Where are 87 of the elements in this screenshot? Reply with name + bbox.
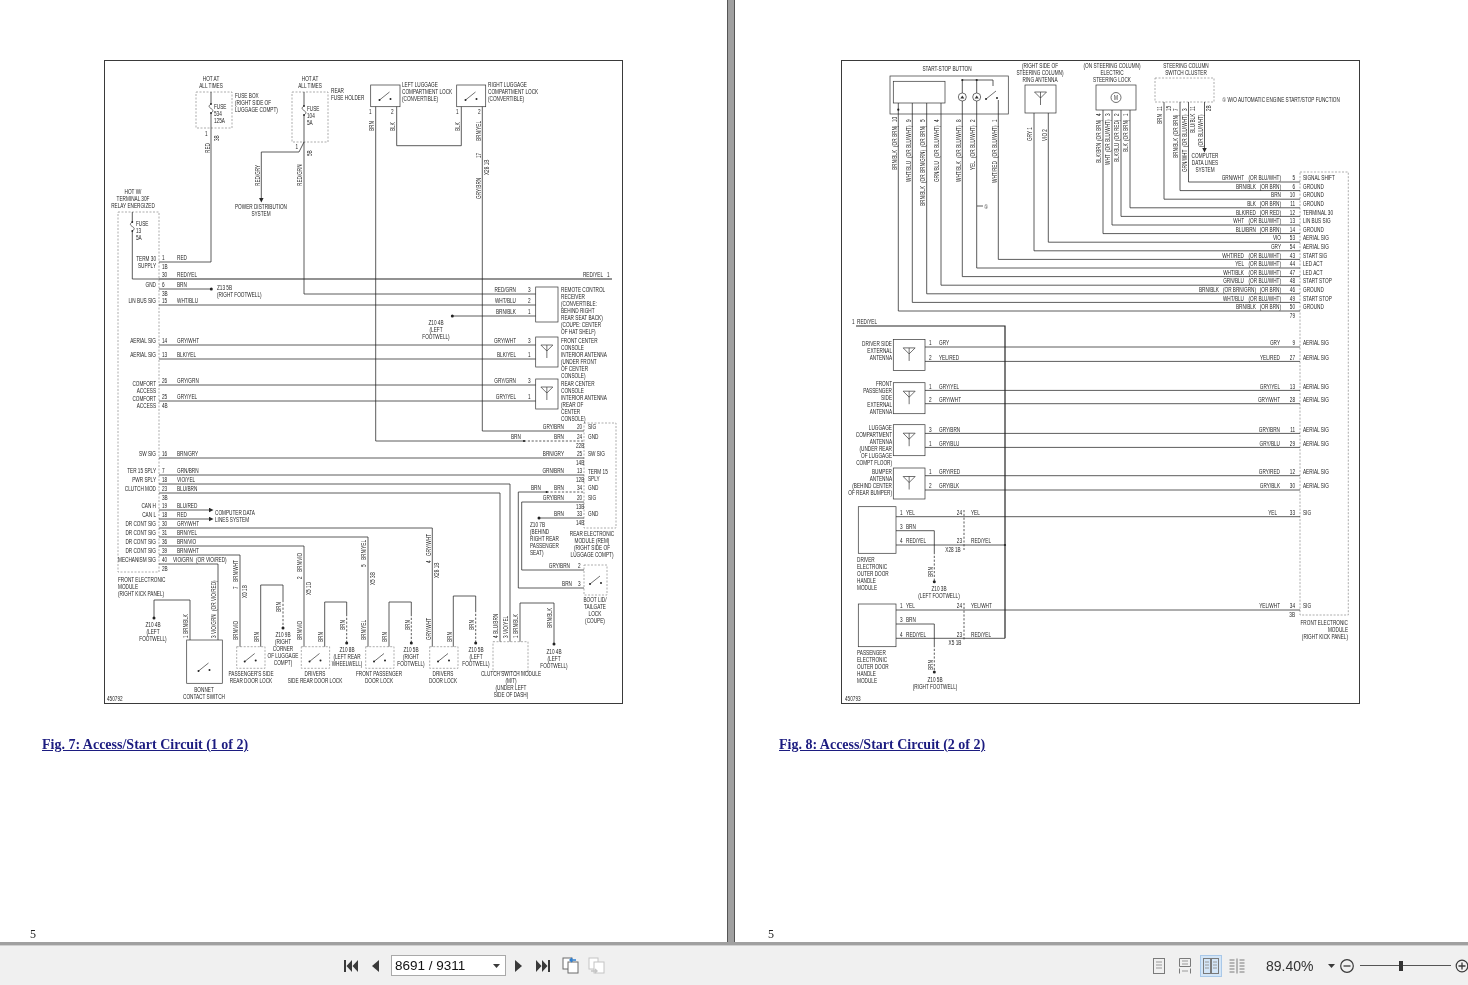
component-box	[1095, 84, 1137, 111]
ground-point-icon	[209, 287, 213, 291]
module-outline	[583, 564, 608, 596]
module-outline	[492, 641, 529, 673]
switch-icon	[197, 662, 211, 672]
switch-icon	[464, 91, 478, 101]
view-mode-button[interactable]	[1200, 954, 1222, 977]
antenna-icon	[902, 347, 916, 362]
triangle-left-icon	[371, 959, 379, 972]
continuous-two-pages-icon	[1229, 957, 1245, 974]
component-box	[186, 639, 223, 684]
page-number: 5	[768, 927, 774, 941]
skip-forward-icon	[536, 959, 550, 972]
antenna-icon	[902, 476, 916, 490]
motor-icon	[1110, 92, 1122, 103]
wire-line	[131, 211, 133, 223]
component-box	[535, 286, 559, 323]
antenna-icon	[1034, 91, 1047, 106]
component-box	[370, 84, 401, 108]
module-outline	[291, 91, 329, 143]
ground-point-icon	[932, 580, 936, 584]
page-tool-button[interactable]	[559, 954, 581, 977]
switch-icon	[373, 653, 386, 663]
ground-point-icon	[537, 516, 541, 520]
module-outline	[365, 646, 395, 669]
ground-point-icon	[409, 641, 413, 645]
single-page-icon	[1153, 957, 1165, 974]
indicator-lamp-icon	[972, 92, 982, 102]
wire-line	[519, 602, 555, 645]
antenna-icon	[540, 386, 554, 401]
antenna-box	[892, 424, 926, 457]
ground-point-icon	[932, 670, 936, 674]
module-outline	[1154, 77, 1215, 103]
splice-dot-icon	[961, 78, 964, 82]
switch-icon	[985, 90, 998, 100]
antenna-box	[1024, 84, 1057, 114]
page-number: 5	[30, 927, 36, 941]
skip-back-icon	[344, 959, 358, 972]
ground-point-icon	[345, 641, 349, 645]
ground-point-icon	[152, 616, 156, 620]
ground-point-icon	[474, 641, 478, 645]
ground-point-icon	[450, 314, 454, 318]
switch-icon	[589, 575, 602, 585]
fuse-icon	[130, 221, 135, 232]
antenna-box	[535, 378, 559, 410]
leader-line	[976, 205, 984, 207]
module-outline	[195, 91, 233, 129]
antenna-icon	[902, 390, 916, 405]
antenna-icon	[902, 432, 916, 447]
plus-circle-icon	[1455, 958, 1468, 973]
ground-point-icon	[281, 626, 285, 630]
module-outline	[300, 646, 330, 669]
indicator-lamp-icon	[957, 92, 967, 102]
fuse-icon	[301, 105, 307, 116]
switch-icon	[437, 653, 450, 663]
fuse-icon	[208, 103, 214, 114]
figure-caption-link[interactable]: Fig. 7: Access/Start Circuit (1 of 2)	[42, 737, 249, 753]
component-box	[857, 506, 897, 554]
figure-caption-link[interactable]: Fig. 8: Access/Start Circuit (2 of 2)	[779, 737, 986, 753]
antenna-box	[892, 382, 926, 415]
page-number-field[interactable]: 8691 / 9311	[391, 955, 506, 976]
caret-down-icon	[1328, 963, 1335, 968]
ground-point-icon	[552, 642, 556, 646]
two-pages-icon	[1203, 957, 1219, 974]
antenna-box	[892, 339, 926, 371]
component-box	[456, 84, 487, 108]
antenna-icon	[540, 344, 554, 359]
caret-down-icon[interactable]	[493, 964, 500, 968]
module-outline	[429, 646, 459, 669]
component-box	[857, 603, 897, 648]
pages-arrow-icon	[561, 957, 579, 974]
zoom-level-dropdown[interactable]: 89.40%	[1263, 954, 1337, 977]
antenna-box	[892, 467, 926, 500]
minus-circle-icon	[1339, 958, 1354, 973]
switch-icon	[243, 653, 257, 663]
zoom-slider-thumb[interactable]	[1399, 960, 1404, 971]
triangle-right-icon	[515, 959, 523, 972]
splice-dot-icon	[897, 108, 900, 111]
continuous-pages-icon	[1179, 957, 1191, 974]
antenna-box	[535, 336, 559, 368]
wire-line	[158, 288, 212, 290]
pages-arrow-icon	[587, 957, 605, 974]
switch-icon	[308, 653, 322, 663]
module-outline	[236, 646, 266, 669]
wire-line	[303, 91, 305, 107]
switch-icon	[378, 91, 392, 101]
wire-line	[210, 91, 212, 105]
